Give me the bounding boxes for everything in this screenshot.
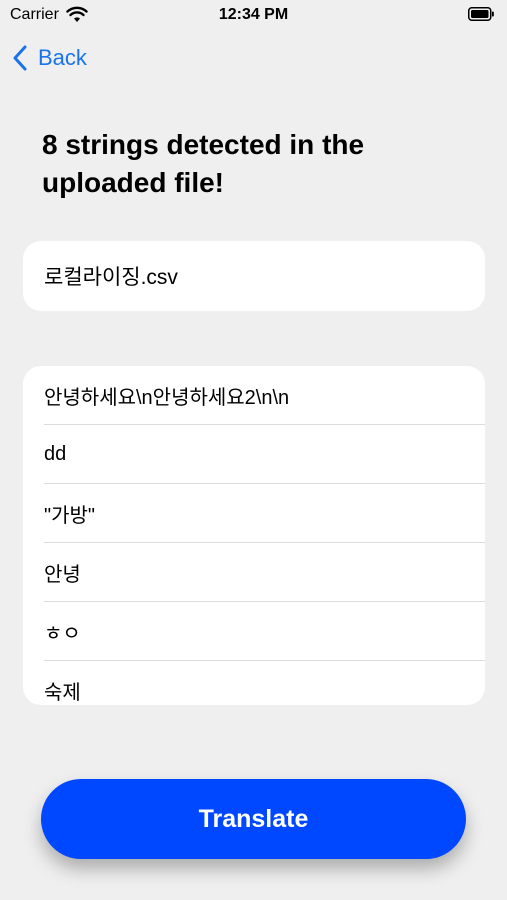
page-title: 8 strings detected in the uploaded file! [42,129,365,198]
list-item: 숙제 [23,661,485,705]
string-text: "가방" [44,505,95,527]
clock: 12:34 PM [218,6,289,23]
back-button[interactable]: Back [12,42,87,74]
translate-button[interactable]: Translate [41,779,466,859]
list-item: ㅎㅇ [23,602,485,661]
list-item: 안녕하세요\n안녕하세요2\n\n [23,366,485,425]
string-text: 숙제 [44,682,81,704]
list-item: 안녕 [23,543,485,602]
string-text: 안녕 [44,564,81,586]
string-text: ㅎㅇ [44,623,81,645]
status-bar: Carrier 12:34 PM [0,0,507,32]
strings-list[interactable]: 안녕하세요\n안녕하세요2\n\n dd "가방" 안녕 ㅎㅇ 숙제 [23,366,485,705]
file-name: 로컬라이징.csv [44,266,178,289]
string-text: 안녕하세요\n안녕하세요2\n\n [44,387,290,409]
file-name-card: 로컬라이징.csv [23,241,485,311]
list-item: dd [23,425,485,484]
string-text: dd [44,443,67,465]
chevron-left-icon [13,45,27,71]
back-label: Back [38,45,87,70]
list-item: "가방" [23,484,485,543]
battery-icon [468,7,494,21]
